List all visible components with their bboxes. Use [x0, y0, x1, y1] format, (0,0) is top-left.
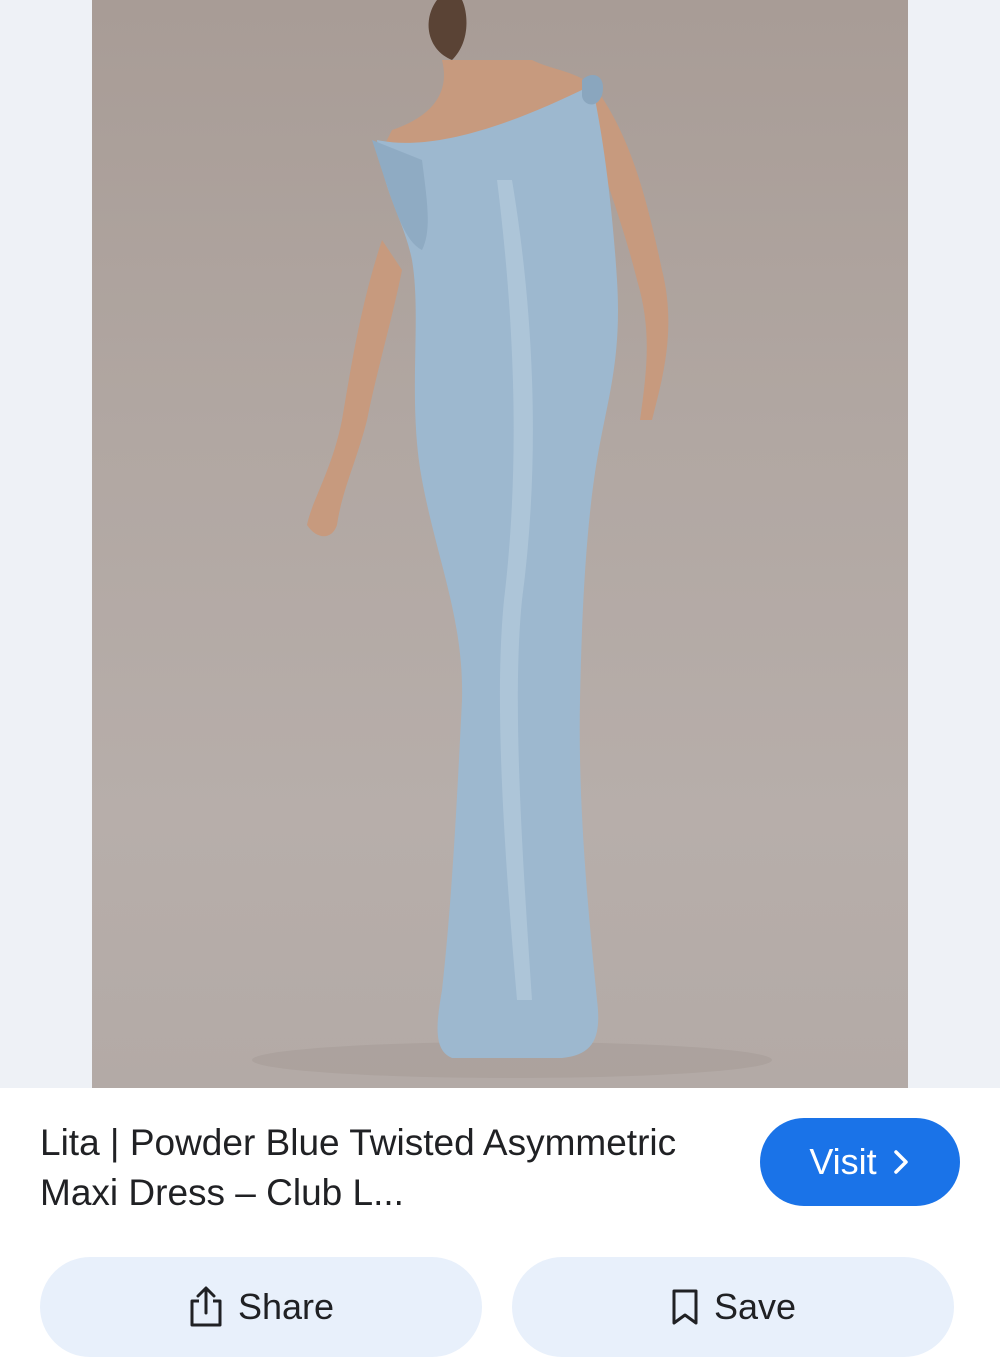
save-label: Save: [713, 1286, 797, 1327]
share-label: Share: [237, 1286, 335, 1327]
result-title[interactable]: Lita | Powder Blue Twisted Asymmetric Ma…: [40, 1118, 700, 1218]
share-button[interactable]: Share: [40, 1257, 482, 1357]
product-photo[interactable]: [92, 0, 908, 1088]
chevron-right-icon: [891, 1148, 911, 1176]
visit-button[interactable]: Visit: [760, 1118, 960, 1206]
result-info-panel: Lita | Powder Blue Twisted Asymmetric Ma…: [0, 1088, 1000, 1357]
image-preview-area: [0, 0, 1000, 1088]
dress-photo-illustration: [252, 0, 772, 1078]
save-button[interactable]: Save: [512, 1257, 954, 1357]
visit-label: Visit: [809, 1141, 877, 1182]
bookmark-icon: [670, 1287, 700, 1327]
share-icon: [188, 1285, 224, 1329]
